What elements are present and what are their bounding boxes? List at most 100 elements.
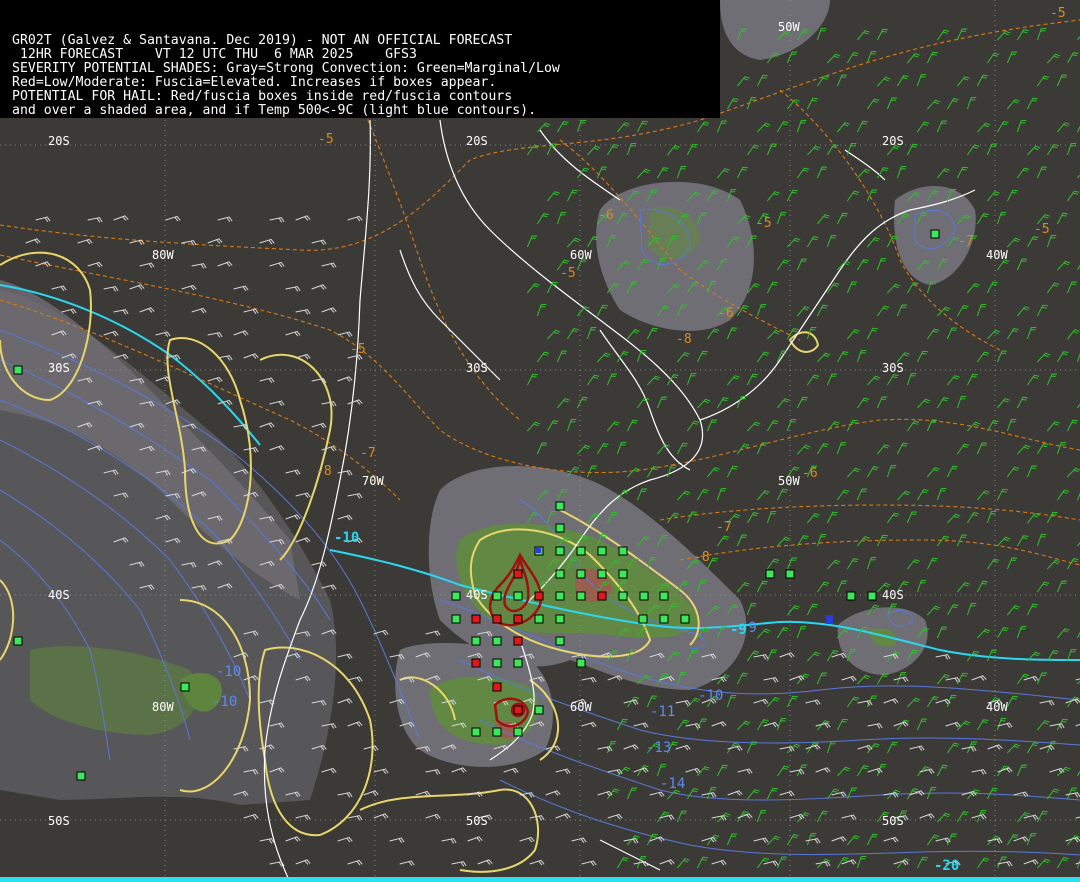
wind-barb	[776, 488, 788, 501]
wind-barb	[886, 464, 897, 478]
wind-barb	[766, 281, 778, 294]
wind-barb	[1007, 237, 1021, 248]
severity-box-green	[13, 365, 23, 375]
wind-barb	[87, 217, 103, 223]
wind-barb	[971, 769, 987, 775]
wind-barb	[667, 145, 680, 156]
wind-barb	[285, 514, 301, 520]
wind-barb	[1036, 672, 1048, 685]
severity-box-green	[555, 523, 565, 533]
wind-barb	[997, 536, 1011, 547]
wind-barb	[347, 859, 363, 866]
wind-barb	[896, 75, 909, 87]
wind-barb	[259, 377, 275, 384]
wind-barb	[656, 396, 668, 409]
grid-label: 30S	[882, 361, 904, 375]
wind-barb	[716, 764, 728, 777]
wind-barb	[816, 27, 827, 41]
wind-barb	[139, 262, 155, 269]
severity-box-red	[513, 569, 523, 579]
wind-barb	[776, 211, 787, 225]
wind-barb	[675, 744, 691, 751]
wind-barb	[1017, 444, 1031, 455]
wind-barb	[919, 813, 935, 819]
wind-barb	[556, 121, 569, 133]
wind-barb	[977, 490, 990, 501]
wind-barb	[797, 444, 811, 455]
wind-barb	[857, 168, 871, 179]
wind-barb	[976, 580, 988, 593]
wind-barb	[756, 303, 767, 317]
wind-barb	[1026, 374, 1040, 386]
wind-barb	[877, 444, 890, 455]
wind-barb	[311, 561, 327, 568]
wind-barb	[701, 836, 717, 843]
wind-barb	[909, 745, 925, 752]
severity-box-green	[846, 591, 856, 601]
wind-barb	[243, 353, 259, 359]
severity-box-green	[13, 636, 23, 646]
wind-barb	[637, 168, 651, 179]
header-line-6: and over a shaded area, and if Temp 500<…	[12, 103, 537, 118]
wind-barb	[243, 308, 259, 315]
wind-barb	[337, 653, 353, 660]
wind-barb	[1066, 281, 1078, 294]
wind-barb	[686, 788, 699, 800]
wind-barb	[1036, 443, 1049, 455]
wind-barb	[866, 50, 877, 64]
wind-barb	[787, 743, 801, 754]
wind-barb	[856, 765, 869, 777]
wind-barb	[736, 811, 749, 823]
wind-barb	[736, 166, 748, 179]
wind-barb	[311, 284, 327, 290]
wind-barb	[259, 238, 275, 245]
severity-box-green	[930, 229, 940, 239]
wind-barb	[623, 744, 639, 750]
wind-barb	[787, 99, 800, 110]
wind-barb	[883, 836, 899, 843]
wind-barb	[1046, 373, 1058, 386]
wind-barb	[926, 696, 939, 708]
wind-barb	[1007, 743, 1021, 754]
wind-barb	[1046, 144, 1059, 156]
wind-barb	[1075, 678, 1080, 681]
wind-barb	[767, 835, 781, 846]
wind-barb	[113, 215, 129, 221]
wind-barb	[566, 189, 578, 202]
temp500-label: -13	[646, 740, 672, 756]
wind-barb	[716, 397, 729, 409]
wind-barb	[837, 766, 851, 777]
wind-barb	[527, 283, 540, 294]
temperature-label: -6	[802, 466, 818, 481]
wind-barb	[776, 717, 787, 731]
wind-barb	[757, 628, 771, 639]
wind-barb	[816, 75, 830, 87]
wind-barb	[967, 789, 980, 800]
wind-barb	[767, 191, 780, 202]
wind-barb	[816, 581, 830, 593]
wind-barb	[181, 240, 197, 246]
wind-barb	[946, 742, 960, 754]
wind-barb	[807, 651, 821, 662]
wind-barb	[727, 790, 743, 796]
severity-box-green	[867, 591, 877, 601]
wind-barb	[467, 836, 483, 842]
wind-barb	[977, 122, 991, 133]
wind-barb	[789, 769, 805, 775]
wind-barb	[1057, 122, 1070, 133]
wind-barb	[805, 699, 821, 706]
wind-barb	[1037, 720, 1050, 731]
wind-barb	[1027, 145, 1041, 156]
header-line-2: 12HR FORECAST VT 12 UTC THU 6 MAR 2025 G…	[12, 47, 417, 62]
wind-barb	[806, 374, 820, 386]
wind-barb	[686, 143, 698, 156]
wind-barb	[847, 329, 860, 340]
wind-barb	[867, 723, 883, 729]
wind-barb	[987, 329, 1001, 340]
wind-barb	[757, 122, 771, 133]
wind-barb	[596, 166, 608, 179]
wind-barb	[846, 558, 859, 570]
wind-barb	[1026, 832, 1037, 846]
wind-barb	[976, 74, 988, 87]
severity-box-green	[639, 591, 649, 601]
